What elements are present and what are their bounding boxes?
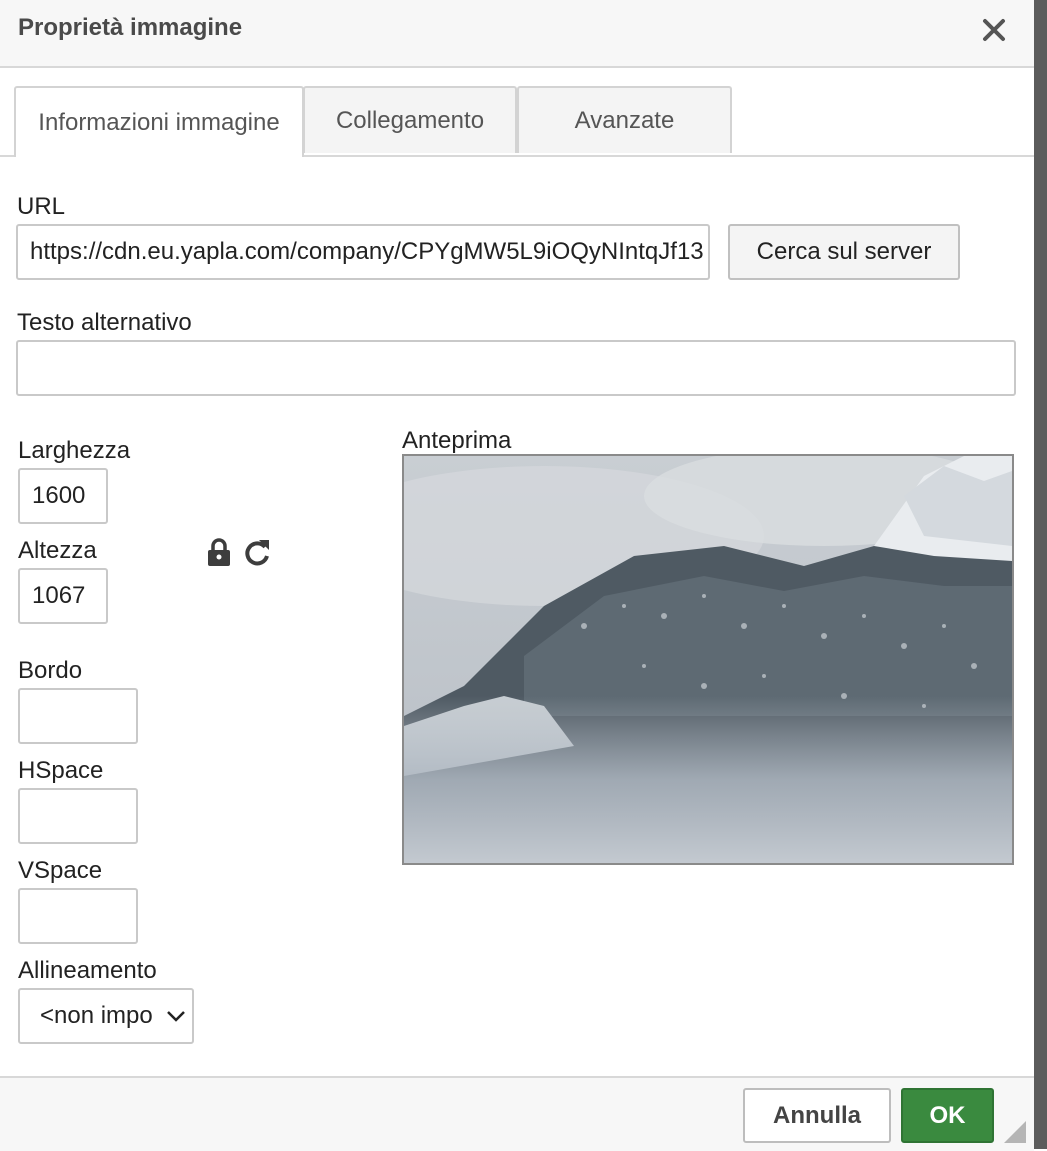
hspace-label: HSpace (18, 757, 104, 784)
page-edge (1034, 0, 1047, 1149)
alt-text-input[interactable] (16, 340, 1016, 396)
close-icon[interactable] (976, 12, 1012, 48)
hspace-input[interactable] (18, 788, 138, 844)
border-input[interactable] (18, 688, 138, 744)
width-label: Larghezza (18, 437, 131, 464)
image-preview (402, 454, 1014, 865)
alt-text-label: Testo alternativo (17, 309, 192, 336)
ok-button[interactable]: OK (901, 1088, 994, 1143)
chevron-down-icon (167, 1011, 185, 1022)
tab-advanced[interactable]: Avanzate (517, 86, 732, 153)
vspace-label: VSpace (18, 857, 103, 884)
tab-link[interactable]: Collegamento (303, 86, 517, 153)
border-label: Bordo (18, 657, 83, 684)
tab-bar: Informazioni immagine Collegamento Avanz… (0, 86, 1034, 157)
mountain-preview-image (404, 456, 1012, 863)
dialog-title: Proprietà immagine (18, 14, 243, 41)
height-label: Altezza (18, 537, 97, 564)
alignment-label: Allineamento (18, 957, 157, 984)
url-label: URL (17, 193, 66, 220)
reset-size-icon[interactable] (243, 536, 273, 568)
alignment-selected-value: <non impo (40, 1002, 153, 1029)
resize-handle-icon[interactable] (1004, 1121, 1026, 1143)
cancel-button[interactable]: Annulla (743, 1088, 891, 1143)
height-input[interactable]: 1067 (18, 568, 108, 624)
dialog-title-bar[interactable]: Proprietà immagine (0, 0, 1034, 68)
lock-icon[interactable] (205, 536, 233, 568)
vspace-input[interactable] (18, 888, 138, 944)
browse-server-button[interactable]: Cerca sul server (728, 224, 960, 280)
tab-image-info[interactable]: Informazioni immagine (14, 86, 304, 157)
url-input[interactable]: https://cdn.eu.yapla.com/company/CPYgMW5… (16, 224, 710, 280)
width-input[interactable]: 1600 (18, 468, 108, 524)
preview-label: Anteprima (402, 427, 512, 454)
image-properties-dialog: Proprietà immagine Informazioni immagine… (0, 0, 1034, 1151)
alignment-select[interactable]: <non impo (18, 988, 194, 1044)
